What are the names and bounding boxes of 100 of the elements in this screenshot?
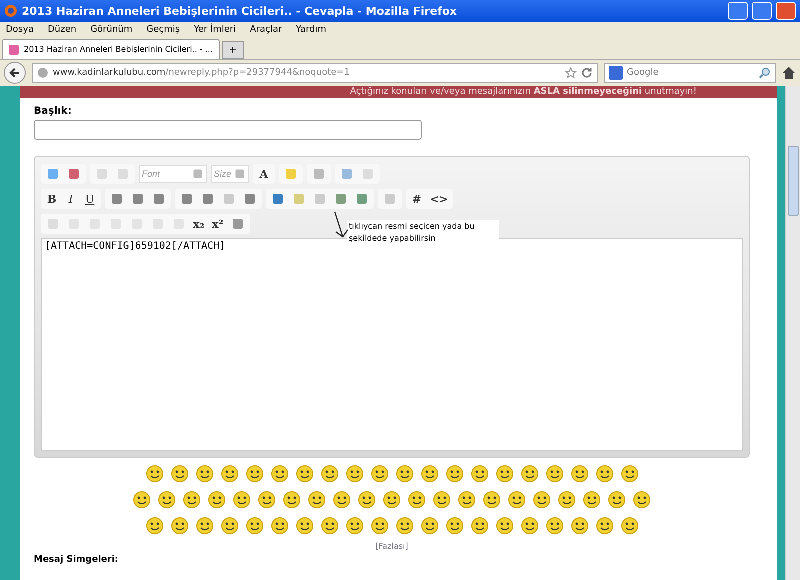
- menu-item[interactable]: Düzen: [48, 25, 77, 35]
- url-path: /newreply.php?p=29377944&noquote=1: [166, 68, 351, 78]
- subscript-button[interactable]: x₂: [191, 216, 207, 232]
- browser-tab[interactable]: 2013 Haziran Anneleri Bebişlerinin Cicileri.. - ...: [2, 39, 220, 59]
- smiley-icon[interactable]: [344, 464, 364, 484]
- globe-icon: [37, 67, 49, 79]
- smiley-icon[interactable]: [282, 490, 302, 510]
- warning-banner: Açtığınız konuları ve/veya mesajlarınızın ASLA silinmeyeceğini unutmayın!: [20, 86, 777, 98]
- smiley-icon[interactable]: [344, 516, 364, 536]
- menu-item[interactable]: Yardım: [296, 25, 326, 35]
- smiley-icon[interactable]: [244, 516, 264, 536]
- smiley-icon[interactable]: [257, 490, 277, 510]
- new-tab-button[interactable]: +: [222, 41, 244, 59]
- back-button[interactable]: [4, 62, 26, 84]
- smiley-icon[interactable]: [244, 464, 264, 484]
- smiley-icon[interactable]: [132, 490, 152, 510]
- restore-button[interactable]: [752, 2, 772, 20]
- search-icon[interactable]: [759, 67, 771, 79]
- smiley-icon[interactable]: [544, 516, 564, 536]
- smiley-icon[interactable]: [594, 516, 614, 536]
- smiley-icon[interactable]: [532, 490, 552, 510]
- smiley-icon[interactable]: [157, 490, 177, 510]
- star-icon[interactable]: [565, 67, 577, 79]
- menu-item[interactable]: Araçlar: [250, 25, 282, 35]
- smiley-icon[interactable]: [582, 490, 602, 510]
- smiley-icon[interactable]: [394, 516, 414, 536]
- smiley-icon[interactable]: [420, 516, 440, 536]
- home-icon[interactable]: [782, 66, 796, 80]
- minimize-button[interactable]: [728, 2, 748, 20]
- search-placeholder: Google: [627, 68, 660, 78]
- smiley-icon[interactable]: [494, 516, 514, 536]
- window-title: 2013 Haziran Anneleri Bebişlerinin Cicileri.. - Cevapla - Mozilla Firefox: [22, 4, 458, 18]
- smiley-icon[interactable]: [470, 516, 490, 536]
- bold-button[interactable]: B: [44, 191, 60, 207]
- smiley-icon[interactable]: [570, 464, 590, 484]
- search-field[interactable]: Google: [604, 63, 776, 83]
- smiley-icon[interactable]: [194, 464, 214, 484]
- smiley-icon[interactable]: [294, 516, 314, 536]
- smiley-icon[interactable]: [520, 464, 540, 484]
- smiley-icon[interactable]: [370, 464, 390, 484]
- smiley-icon[interactable]: [482, 490, 502, 510]
- smiley-icon[interactable]: [507, 490, 527, 510]
- smiley-icon[interactable]: [320, 464, 340, 484]
- hash-button[interactable]: #: [409, 191, 425, 207]
- smiley-icon[interactable]: [170, 464, 190, 484]
- reload-icon[interactable]: [581, 67, 593, 79]
- smiley-icon[interactable]: [207, 490, 227, 510]
- smiley-icon[interactable]: [320, 516, 340, 536]
- smiley-icon[interactable]: [607, 490, 627, 510]
- smiley-icon[interactable]: [394, 464, 414, 484]
- smiley-icon[interactable]: [232, 490, 252, 510]
- address-bar[interactable]: www.kadinlarkulubu.com/newreply.php?p=29377944&noquote=1: [32, 63, 598, 83]
- smiley-icon[interactable]: [444, 516, 464, 536]
- superscript-button[interactable]: x²: [210, 216, 226, 232]
- smiley-icon[interactable]: [520, 516, 540, 536]
- more-link[interactable]: [Fazlası]: [376, 542, 408, 551]
- smiley-icon[interactable]: [182, 490, 202, 510]
- smiley-icon[interactable]: [270, 464, 290, 484]
- smiley-icon[interactable]: [220, 464, 240, 484]
- smiley-icon[interactable]: [594, 464, 614, 484]
- underline-button[interactable]: U: [82, 191, 98, 207]
- title-label: Başlık:: [34, 106, 73, 117]
- smiley-icon[interactable]: [194, 516, 214, 536]
- smiley-icon[interactable]: [170, 516, 190, 536]
- smiley-icon[interactable]: [357, 490, 377, 510]
- smiley-icon[interactable]: [444, 464, 464, 484]
- smiley-icon[interactable]: [220, 516, 240, 536]
- smiley-icon[interactable]: [382, 490, 402, 510]
- smiley-icon[interactable]: [144, 516, 164, 536]
- smiley-icon[interactable]: [270, 516, 290, 536]
- smiley-icon[interactable]: [494, 464, 514, 484]
- tab-favicon-icon: [7, 42, 21, 56]
- smiley-icon[interactable]: [332, 490, 352, 510]
- smiley-icon[interactable]: [307, 490, 327, 510]
- smiley-icon[interactable]: [620, 516, 640, 536]
- smiley-icon[interactable]: [470, 464, 490, 484]
- menu-item[interactable]: Görünüm: [90, 25, 133, 35]
- smiley-icon[interactable]: [570, 516, 590, 536]
- smiley-icon[interactable]: [294, 464, 314, 484]
- annotation-note: tıklıycan resmi seçicen yada bu şekildede yapabilirsin: [347, 220, 499, 246]
- smiley-icon[interactable]: [370, 516, 390, 536]
- menu-item[interactable]: Dosya: [6, 25, 34, 35]
- smiley-icon[interactable]: [407, 490, 427, 510]
- smiley-icon[interactable]: [557, 490, 577, 510]
- title-input[interactable]: [34, 120, 422, 140]
- scrollbar[interactable]: [785, 86, 800, 580]
- smiley-icon[interactable]: [620, 464, 640, 484]
- italic-button[interactable]: I: [63, 191, 79, 207]
- smiley-icon[interactable]: [420, 464, 440, 484]
- back-arrow-icon: [9, 67, 21, 79]
- smiley-icon[interactable]: [632, 490, 652, 510]
- smiley-icon[interactable]: [432, 490, 452, 510]
- code-button[interactable]: <>: [428, 191, 450, 207]
- menu-item[interactable]: Geçmiş: [146, 25, 180, 35]
- hand-drawn-arrow: [333, 211, 349, 239]
- close-button[interactable]: [776, 2, 796, 20]
- smiley-icon[interactable]: [544, 464, 564, 484]
- smiley-icon[interactable]: [144, 464, 164, 484]
- smiley-icon[interactable]: [457, 490, 477, 510]
- menu-item[interactable]: Yer İmleri: [194, 25, 236, 35]
